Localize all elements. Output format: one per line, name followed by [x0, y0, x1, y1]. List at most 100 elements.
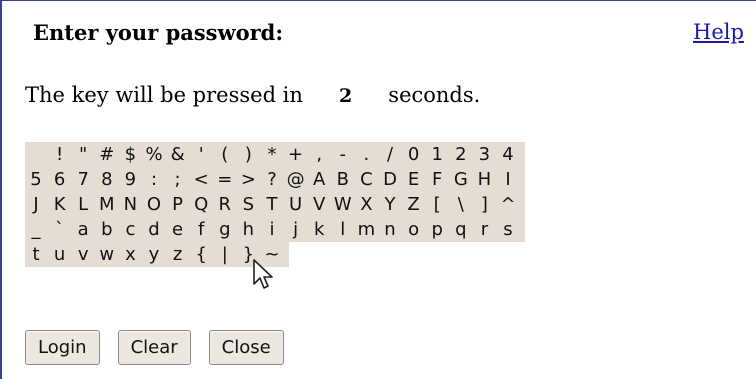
key-hash[interactable]: #: [96, 142, 118, 167]
key-left-bracket[interactable]: [: [426, 192, 448, 217]
key-comma[interactable]: ,: [308, 142, 330, 167]
key-r[interactable]: r: [473, 217, 495, 242]
key-q[interactable]: q: [450, 217, 472, 242]
key-apostrophe[interactable]: ': [190, 142, 212, 167]
key-pipe[interactable]: |: [214, 242, 236, 267]
key-upper-g[interactable]: G: [450, 167, 472, 192]
key-o[interactable]: o: [403, 217, 425, 242]
key-backslash[interactable]: \: [450, 192, 472, 217]
key-upper-e[interactable]: E: [403, 167, 425, 192]
key-less-than[interactable]: <: [190, 167, 212, 192]
key-at[interactable]: @: [285, 167, 307, 192]
key-6[interactable]: 6: [49, 167, 71, 192]
key-s[interactable]: s: [497, 217, 519, 242]
key-upper-q[interactable]: Q: [190, 192, 212, 217]
login-button[interactable]: Login: [25, 330, 100, 365]
key-p[interactable]: p: [426, 217, 448, 242]
key-upper-p[interactable]: P: [167, 192, 189, 217]
key-c[interactable]: c: [119, 217, 141, 242]
key-upper-c[interactable]: C: [355, 167, 377, 192]
key-j[interactable]: j: [285, 217, 307, 242]
key-e[interactable]: e: [167, 217, 189, 242]
close-button[interactable]: Close: [208, 330, 284, 365]
key-upper-y[interactable]: Y: [379, 192, 401, 217]
key-a[interactable]: a: [72, 217, 94, 242]
key-asterisk[interactable]: *: [261, 142, 283, 167]
key-u[interactable]: u: [49, 242, 71, 267]
key-upper-i[interactable]: I: [497, 167, 519, 192]
help-link[interactable]: Help: [693, 20, 744, 44]
key-backtick[interactable]: `: [49, 217, 71, 242]
key-upper-m[interactable]: M: [96, 192, 118, 217]
key-h[interactable]: h: [237, 217, 259, 242]
key-percent[interactable]: %: [143, 142, 165, 167]
key-slash[interactable]: /: [379, 142, 401, 167]
key-d[interactable]: d: [143, 217, 165, 242]
key-x[interactable]: x: [119, 242, 141, 267]
key-y[interactable]: y: [143, 242, 165, 267]
key-upper-v[interactable]: V: [308, 192, 330, 217]
key-upper-x[interactable]: X: [355, 192, 377, 217]
key-upper-t[interactable]: T: [261, 192, 283, 217]
key-right-paren[interactable]: ): [237, 142, 259, 167]
key-9[interactable]: 9: [119, 167, 141, 192]
key-8[interactable]: 8: [96, 167, 118, 192]
key-underscore[interactable]: _: [25, 217, 47, 242]
key-period[interactable]: .: [355, 142, 377, 167]
key-right-brace[interactable]: }: [237, 242, 259, 267]
key-upper-f[interactable]: F: [426, 167, 448, 192]
key-g[interactable]: g: [214, 217, 236, 242]
key-0[interactable]: 0: [403, 142, 425, 167]
key-ampersand[interactable]: &: [167, 142, 189, 167]
key-1[interactable]: 1: [426, 142, 448, 167]
key-upper-u[interactable]: U: [285, 192, 307, 217]
key-equals[interactable]: =: [214, 167, 236, 192]
key-k[interactable]: k: [308, 217, 330, 242]
key-left-brace[interactable]: {: [190, 242, 212, 267]
key-2[interactable]: 2: [450, 142, 472, 167]
key-upper-d[interactable]: D: [379, 167, 401, 192]
key-m[interactable]: m: [355, 217, 377, 242]
key-colon[interactable]: :: [143, 167, 165, 192]
key-upper-k[interactable]: K: [49, 192, 71, 217]
key-upper-w[interactable]: W: [332, 192, 354, 217]
key-upper-s[interactable]: S: [237, 192, 259, 217]
key-caret[interactable]: ^: [497, 192, 519, 217]
key-dollar[interactable]: $: [119, 142, 141, 167]
key-i[interactable]: i: [261, 217, 283, 242]
countdown-suffix: seconds.: [388, 83, 481, 107]
key-double-quote[interactable]: ": [72, 142, 94, 167]
key-3[interactable]: 3: [473, 142, 495, 167]
key-upper-o[interactable]: O: [143, 192, 165, 217]
key-plus[interactable]: +: [285, 142, 307, 167]
key-f[interactable]: f: [190, 217, 212, 242]
key-v[interactable]: v: [72, 242, 94, 267]
clear-button[interactable]: Clear: [117, 330, 191, 365]
key-4[interactable]: 4: [497, 142, 519, 167]
key-semicolon[interactable]: ;: [167, 167, 189, 192]
key-upper-j[interactable]: J: [25, 192, 47, 217]
key-5[interactable]: 5: [25, 167, 47, 192]
key-greater-than[interactable]: >: [237, 167, 259, 192]
key-left-paren[interactable]: (: [214, 142, 236, 167]
key-upper-r[interactable]: R: [214, 192, 236, 217]
key-t[interactable]: t: [25, 242, 47, 267]
key-minus[interactable]: -: [332, 142, 354, 167]
key-upper-a[interactable]: A: [308, 167, 330, 192]
key-n[interactable]: n: [379, 217, 401, 242]
key-right-bracket[interactable]: ]: [473, 192, 495, 217]
key-question[interactable]: ?: [261, 167, 283, 192]
key-upper-z[interactable]: Z: [403, 192, 425, 217]
key-l[interactable]: l: [332, 217, 354, 242]
key-z[interactable]: z: [167, 242, 189, 267]
key-space[interactable]: [25, 142, 47, 167]
key-upper-l[interactable]: L: [72, 192, 94, 217]
key-w[interactable]: w: [96, 242, 118, 267]
key-exclamation[interactable]: !: [49, 142, 71, 167]
key-upper-h[interactable]: H: [473, 167, 495, 192]
key-upper-n[interactable]: N: [119, 192, 141, 217]
key-7[interactable]: 7: [72, 167, 94, 192]
key-upper-b[interactable]: B: [332, 167, 354, 192]
key-b[interactable]: b: [96, 217, 118, 242]
key-tilde[interactable]: ~: [261, 242, 283, 267]
